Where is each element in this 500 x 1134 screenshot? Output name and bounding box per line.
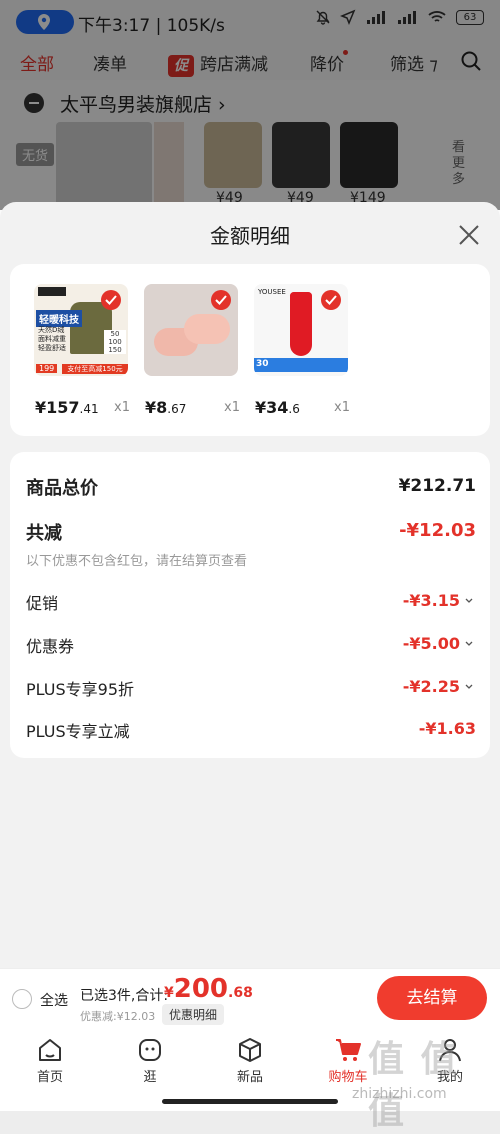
sock-figure: [290, 292, 312, 356]
price-badge: 199: [36, 364, 58, 373]
nav-browse-label: 逛: [143, 1070, 157, 1085]
product-price: ¥34.6: [255, 398, 300, 417]
watermark-url: zhizhizhi.com: [352, 1086, 447, 1102]
total-reduction-value: -¥12.03: [399, 520, 476, 541]
cart-icon: [336, 1039, 361, 1061]
brand-logo: [38, 287, 66, 296]
chevron-down-icon[interactable]: [464, 639, 474, 649]
currency-symbol: ¥: [164, 985, 174, 1001]
product-price: ¥157.41: [35, 398, 99, 417]
selected-check-icon[interactable]: [321, 290, 341, 310]
nav-browse[interactable]: 逛: [120, 1036, 180, 1085]
product-qty: x1: [224, 400, 240, 415]
nav-new-label: 新品: [236, 1070, 263, 1085]
select-all-label[interactable]: 全选: [40, 990, 68, 1010]
price-dec: .41: [79, 402, 99, 416]
price-dec: .6: [288, 402, 300, 416]
total-reduction-label: 共减: [26, 523, 62, 544]
product-price: ¥8.67: [145, 398, 186, 417]
selected-check-icon[interactable]: [211, 290, 231, 310]
nav-home[interactable]: 首页: [20, 1036, 80, 1085]
home-indicator[interactable]: [162, 1099, 338, 1104]
coupon-value[interactable]: -¥5.00: [403, 634, 460, 653]
grand-total: ¥200.68: [164, 974, 253, 1004]
plus-reduction-label: PLUS专享立减: [26, 722, 130, 741]
selected-check-icon[interactable]: [101, 290, 121, 310]
size-badge: 50 100 150: [104, 330, 126, 354]
product-tag: 轻暖科技: [36, 310, 82, 327]
chevron-down-icon[interactable]: [464, 596, 474, 606]
promotion-value[interactable]: -¥3.15: [403, 591, 460, 610]
plus-discount-label: PLUS专享95折: [26, 680, 134, 699]
price-int: ¥34: [255, 398, 289, 417]
discount-detail-button[interactable]: 优惠明细: [162, 1004, 225, 1025]
price-badge: 30: [256, 359, 269, 369]
brand-logo: YOUSEE: [258, 288, 286, 296]
modal-overlay[interactable]: [0, 0, 500, 210]
plus-reduction-value: -¥1.63: [418, 719, 476, 738]
box-icon: [239, 1038, 261, 1062]
chevron-down-icon[interactable]: [464, 682, 474, 692]
slipper-right: [184, 314, 230, 344]
discount-summary: 优惠减:¥12.03: [80, 1010, 156, 1023]
subtotal-value: ¥212.71: [398, 476, 476, 496]
nav-new[interactable]: 新品: [220, 1036, 280, 1085]
product-qty: x1: [334, 400, 350, 415]
watermark: 值 值 值: [368, 1039, 459, 1132]
select-all-checkbox[interactable]: [12, 989, 32, 1009]
selection-summary: 已选3件,合计:: [80, 988, 169, 1004]
browse-icon: [139, 1039, 161, 1061]
coupon-label: 优惠券: [26, 637, 75, 656]
plus-discount-value[interactable]: -¥2.25: [403, 677, 460, 696]
price-dec: .67: [167, 402, 187, 416]
sheet-title: 金额明细: [210, 224, 290, 248]
price-int: ¥157: [35, 398, 80, 417]
checkout-button[interactable]: 去结算: [377, 976, 487, 1020]
promotion-label: 促销: [26, 594, 59, 613]
subtotal-label: 商品总价: [26, 478, 98, 499]
price-int: ¥8: [145, 398, 168, 417]
product-qty: x1: [114, 400, 130, 415]
product-sub: 天然D绒 面料减重 轻盈舒适: [38, 326, 66, 352]
close-icon[interactable]: [456, 222, 482, 248]
total-dec: .68: [228, 985, 253, 1001]
home-icon: [39, 1039, 61, 1061]
promo-strip: 支付至高减150元: [62, 364, 128, 374]
nav-home-label: 首页: [36, 1070, 63, 1085]
total-int: 200: [173, 974, 229, 1004]
discount-note: 以下优惠不包含红包，请在结算页查看: [26, 554, 248, 569]
